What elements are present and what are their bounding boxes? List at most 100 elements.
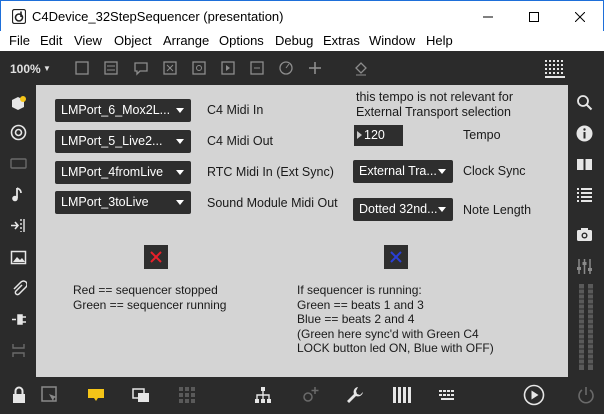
target-icon[interactable] bbox=[10, 124, 27, 141]
sound-module-midi-out-value: LMPort_3toLive bbox=[61, 195, 149, 209]
chevron-down-icon bbox=[438, 169, 446, 174]
menu-help[interactable]: Help bbox=[426, 33, 453, 48]
cube-icon[interactable] bbox=[10, 95, 27, 112]
arrow-in-icon[interactable] bbox=[10, 217, 27, 234]
note-length-value: Dotted 32nd... bbox=[359, 202, 438, 216]
dial-icon[interactable] bbox=[278, 60, 294, 76]
search-icon[interactable] bbox=[576, 94, 593, 111]
wrench-icon[interactable] bbox=[345, 385, 365, 405]
image-icon[interactable] bbox=[10, 249, 27, 266]
legend-line-stopped: Red == sequencer stopped bbox=[73, 283, 218, 297]
menu-view[interactable]: View bbox=[74, 33, 102, 48]
sound-module-midi-out-menu[interactable]: LMPort_3toLive bbox=[55, 191, 191, 214]
c4-midi-in-menu[interactable]: LMPort_6_Mox2L... bbox=[55, 99, 191, 122]
note-length-menu[interactable]: Dotted 32nd... bbox=[353, 198, 453, 221]
left-sidebar bbox=[0, 85, 36, 377]
c4-midi-in-label: C4 Midi In bbox=[207, 103, 264, 117]
tempo-number-box[interactable]: 120 bbox=[354, 125, 403, 146]
tempo-note-line-2: External Transport selection bbox=[356, 104, 511, 119]
chevron-down-icon bbox=[176, 108, 184, 113]
clock-sync-menu[interactable]: External Tra... bbox=[353, 160, 453, 183]
tempo-note: this tempo is not relevant for External … bbox=[356, 90, 513, 119]
sound-module-midi-out-label: Sound Module Midi Out bbox=[207, 196, 338, 210]
run-status-led bbox=[144, 245, 168, 269]
zoom-dropdown-icon[interactable]: ▼ bbox=[43, 64, 51, 73]
led-red-x-icon bbox=[150, 251, 162, 263]
hierarchy-icon[interactable] bbox=[253, 385, 273, 405]
top-toolbar: 100% ▼ bbox=[0, 51, 604, 85]
menu-window[interactable]: Window bbox=[369, 33, 415, 48]
number-triangle-icon bbox=[357, 131, 362, 139]
minimize-button[interactable] bbox=[465, 1, 511, 32]
patch-add-icon[interactable] bbox=[300, 385, 320, 405]
keyboard-icon[interactable] bbox=[438, 385, 458, 405]
number-icon[interactable] bbox=[249, 60, 265, 76]
disconnect-icon[interactable] bbox=[10, 342, 27, 359]
maximize-button[interactable] bbox=[511, 1, 557, 32]
beat-legend-line-2: Green == beats 1 and 3 bbox=[297, 297, 424, 312]
maximize-icon bbox=[529, 11, 539, 22]
rtc-midi-in-menu[interactable]: LMPort_4fromLive bbox=[55, 161, 191, 184]
bottom-toolbar bbox=[0, 377, 604, 414]
beat-legend-line-5: LOCK button led ON, Blue with OFF) bbox=[297, 341, 494, 355]
rtc-midi-in-label: RTC Midi In (Ext Sync) bbox=[207, 165, 334, 179]
chevron-down-icon bbox=[176, 139, 184, 144]
comment-icon[interactable] bbox=[86, 385, 106, 405]
lock-icon[interactable] bbox=[9, 385, 29, 405]
menu-arrange[interactable]: Arrange bbox=[163, 33, 209, 48]
clock-sync-value: External Tra... bbox=[359, 164, 437, 178]
menu-extras[interactable]: Extras bbox=[323, 33, 360, 48]
paint-bucket-icon[interactable] bbox=[353, 60, 369, 76]
clock-sync-label: Clock Sync bbox=[463, 164, 526, 178]
legend-line-running: Green == sequencer running bbox=[73, 297, 227, 312]
comment-icon[interactable] bbox=[133, 60, 149, 76]
grid-icon[interactable] bbox=[177, 385, 197, 405]
music-note-icon[interactable] bbox=[10, 186, 27, 203]
play-icon[interactable] bbox=[523, 384, 545, 406]
list-icon[interactable] bbox=[103, 60, 119, 76]
level-meter-icon bbox=[578, 284, 594, 370]
menu-edit[interactable]: Edit bbox=[40, 33, 62, 48]
menu-options[interactable]: Options bbox=[219, 33, 264, 48]
list-icon[interactable] bbox=[576, 186, 593, 203]
presentation-icon[interactable] bbox=[74, 60, 90, 76]
select-icon[interactable] bbox=[40, 385, 60, 405]
minimize-icon bbox=[483, 16, 493, 17]
menu-file[interactable]: File bbox=[9, 33, 30, 48]
info-icon[interactable] bbox=[576, 125, 593, 142]
note-length-label: Note Length bbox=[463, 203, 532, 217]
chevron-down-icon bbox=[438, 207, 446, 212]
tempo-note-line-1: this tempo is not relevant for bbox=[356, 90, 514, 104]
menu-object[interactable]: Object bbox=[114, 33, 152, 48]
windows-icon[interactable] bbox=[131, 385, 151, 405]
chevron-down-icon bbox=[176, 200, 184, 205]
menu-bar: File Edit View Object Arrange Options De… bbox=[0, 31, 604, 51]
piano-icon[interactable] bbox=[392, 385, 412, 405]
beat-status-legend: If sequencer is running: Green == beats … bbox=[297, 283, 494, 356]
close-icon bbox=[575, 11, 585, 22]
comment-icon[interactable] bbox=[10, 155, 27, 172]
presentation-canvas: LMPort_6_Mox2L... C4 Midi In LMPort_5_Li… bbox=[36, 85, 568, 377]
c4-midi-out-label: C4 Midi Out bbox=[207, 134, 273, 148]
sliders-icon[interactable] bbox=[576, 258, 593, 275]
x-box-icon[interactable] bbox=[162, 60, 178, 76]
chevron-down-icon bbox=[176, 170, 184, 175]
plus-icon[interactable] bbox=[307, 60, 323, 76]
tempo-value: 120 bbox=[364, 128, 385, 142]
menu-debug[interactable]: Debug bbox=[275, 33, 313, 48]
toggle-icon[interactable] bbox=[191, 60, 207, 76]
c4-midi-out-menu[interactable]: LMPort_5_Live2... bbox=[55, 130, 191, 153]
book-icon[interactable] bbox=[576, 156, 593, 173]
c4-midi-in-value: LMPort_6_Mox2L... bbox=[61, 103, 171, 117]
beat-legend-line-1: If sequencer is running: bbox=[297, 283, 422, 297]
zoom-level[interactable]: 100% bbox=[10, 62, 41, 76]
camera-icon[interactable] bbox=[576, 226, 593, 243]
paperclip-icon[interactable] bbox=[10, 280, 27, 297]
beat-legend-line-3: Blue == beats 2 and 4 bbox=[297, 312, 415, 326]
message-icon[interactable] bbox=[220, 60, 236, 76]
max-app-icon bbox=[12, 9, 26, 24]
plug-icon[interactable] bbox=[10, 311, 27, 328]
grid-pattern-icon[interactable] bbox=[545, 60, 565, 78]
close-button[interactable] bbox=[557, 1, 603, 32]
power-icon[interactable] bbox=[576, 385, 596, 405]
